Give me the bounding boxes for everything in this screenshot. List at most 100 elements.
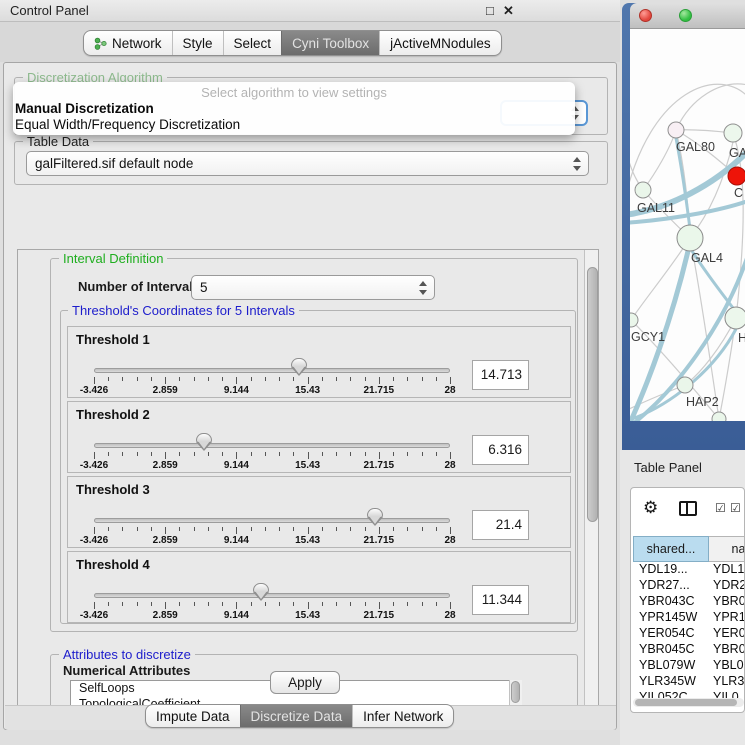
network-node[interactable] — [635, 182, 651, 198]
network-node-label: HAP2 — [686, 395, 719, 409]
panel-title: Control Panel — [10, 3, 89, 18]
slider-thumb[interactable] — [196, 433, 212, 443]
network-node-label: H — [738, 331, 745, 345]
threshold-row: Threshold 4 -3.4262.8599.14415.4321.7152… — [67, 551, 571, 623]
top-tabs: Network Style Select Cyni Toolbox jActiv… — [83, 30, 502, 56]
table-panel: Table Panel ⚙ ☑ ☑ shared... na YDL19...Y… — [620, 450, 745, 745]
network-canvas[interactable]: GAL80 GA C GAL11 GAL4 GCY1 H HAP2 — [630, 29, 745, 421]
split-column-icon[interactable] — [679, 501, 697, 516]
threshold-value-box[interactable]: 11.344 — [472, 585, 529, 615]
tab-impute-data[interactable]: Impute Data — [146, 705, 240, 727]
close-icon[interactable]: ✕ — [503, 3, 514, 19]
checkbox-icon[interactable]: ☑ — [730, 501, 741, 515]
slider-track[interactable] — [94, 593, 450, 598]
cyni-content-panel: Discretization Algorithm Table Data galF… — [3, 62, 617, 730]
algorithm-popup: Select algorithm to view settings Manual… — [13, 82, 575, 135]
network-node[interactable] — [712, 412, 726, 421]
tab-select[interactable]: Select — [223, 31, 282, 55]
table-row[interactable]: YLR345WYLR3 — [633, 674, 745, 690]
table-panel-box: ⚙ ☑ ☑ shared... na YDL19...YDL1YDR27...Y… — [630, 487, 745, 713]
network-icon — [94, 37, 107, 50]
num-intervals-combo[interactable]: 5 — [191, 275, 435, 300]
threshold-rows-container: Threshold 1 -3.4262.8599.14415.4321.7152… — [67, 326, 573, 624]
threshold-value-box[interactable]: 14.713 — [472, 360, 529, 390]
threshold-label: Threshold 1 — [76, 332, 150, 347]
close-traffic-light[interactable] — [639, 9, 652, 22]
network-edge[interactable] — [676, 84, 745, 130]
network-node-label: C — [734, 186, 743, 200]
attributes-group-label: Attributes to discretize — [59, 647, 195, 662]
thresholds-group-label: Threshold's Coordinates for 5 Intervals — [68, 303, 299, 318]
network-edge[interactable] — [643, 130, 676, 190]
table-row[interactable]: YPR145WYPR1 — [633, 610, 745, 626]
panel-scrollbar[interactable] — [584, 250, 599, 729]
tab-infer-network[interactable]: Infer Network — [352, 705, 453, 727]
combo-stepper-icon — [573, 157, 581, 171]
apply-button[interactable]: Apply — [270, 671, 340, 694]
slider-thumb[interactable] — [367, 508, 383, 518]
popup-item-manual[interactable]: Manual Discretization — [15, 101, 154, 116]
top-tab-strip: Network Style Select Cyni Toolbox jActiv… — [0, 22, 620, 62]
settings-scrollpane: Interval Definition Number of Intervals … — [17, 249, 599, 729]
table-data-value: galFiltered.sif default node — [35, 156, 193, 171]
network-node[interactable] — [677, 377, 693, 393]
tab-cyni-toolbox[interactable]: Cyni Toolbox — [281, 31, 379, 55]
threshold-label: Threshold 4 — [76, 557, 150, 572]
network-edge[interactable] — [685, 318, 736, 385]
table-row[interactable]: YBL079WYBL0 — [633, 658, 745, 674]
tab-jactivemnodules[interactable]: jActiveMNodules — [379, 31, 501, 55]
slider-track[interactable] — [94, 518, 450, 523]
network-node[interactable] — [677, 225, 703, 251]
column-header-shared[interactable]: shared... — [633, 536, 709, 562]
network-node-label: GA — [729, 146, 745, 160]
column-header-name[interactable]: na — [709, 536, 745, 562]
network-node-label: GAL80 — [676, 140, 715, 154]
network-edge[interactable] — [630, 129, 643, 190]
algorithm-prompt: Select algorithm to view settings — [13, 85, 575, 100]
slider-track[interactable] — [94, 443, 450, 448]
network-node[interactable] — [668, 122, 684, 138]
threshold-row: Threshold 2 -3.4262.8599.14415.4321.7152… — [67, 401, 571, 473]
table-data-combo[interactable]: galFiltered.sif default node — [26, 151, 589, 176]
network-node[interactable] — [724, 124, 742, 142]
threshold-value-box[interactable]: 6.316 — [472, 435, 529, 465]
zoom-traffic-light[interactable] — [679, 9, 692, 22]
threshold-value-box[interactable]: 21.4 — [472, 510, 529, 540]
network-node[interactable] — [725, 307, 745, 329]
table-data-label: Table Data — [23, 134, 93, 149]
num-intervals-value: 5 — [200, 280, 208, 295]
table-hscrollbar[interactable] — [633, 698, 744, 707]
network-window-titlebar[interactable] — [630, 3, 745, 29]
tab-discretize-data[interactable]: Discretize Data — [240, 705, 353, 727]
tab-network-label: Network — [112, 36, 162, 51]
network-node[interactable] — [728, 167, 745, 185]
slider-track[interactable] — [94, 368, 450, 373]
threshold-label: Threshold 3 — [76, 482, 150, 497]
bottom-tabs: Impute Data Discretize Data Infer Networ… — [145, 704, 454, 728]
network-view-window: GAL80 GA C GAL11 GAL4 GCY1 H HAP2 — [622, 3, 745, 450]
tab-style[interactable]: Style — [172, 31, 223, 55]
table-row[interactable]: YER054CYER0 — [633, 626, 745, 642]
network-node[interactable] — [630, 313, 638, 327]
table-row[interactable]: YDR27...YDR2 — [633, 578, 745, 594]
tab-network[interactable]: Network — [84, 31, 172, 55]
table-row[interactable]: YIL052CYIL0 — [633, 690, 745, 698]
popup-item-equal-width[interactable]: Equal Width/Frequency Discretization — [15, 117, 240, 132]
table-row[interactable]: YBR043CYBR0 — [633, 594, 745, 610]
gear-icon[interactable]: ⚙ — [643, 498, 658, 518]
float-window-icon[interactable]: □ — [486, 3, 494, 18]
network-node-label: GAL11 — [637, 201, 675, 215]
network-node-label: GCY1 — [631, 330, 665, 344]
interval-definition-label: Interval Definition — [59, 251, 167, 266]
table-row[interactable]: YDL19...YDL1 — [633, 562, 745, 578]
table-rows[interactable]: YDL19...YDL1YDR27...YDR2YBR043CYBR0YPR14… — [633, 562, 745, 698]
slider-thumb[interactable] — [291, 358, 307, 368]
threshold-label: Threshold 2 — [76, 407, 150, 422]
slider-thumb[interactable] — [253, 583, 269, 593]
table-row[interactable]: YBR045CYBR0 — [633, 642, 745, 658]
network-node-label: GAL4 — [691, 251, 723, 265]
panel-scrollbar-thumb[interactable] — [587, 267, 598, 522]
checkbox-icon[interactable]: ☑ — [715, 501, 726, 515]
threshold-row: Threshold 1 -3.4262.8599.14415.4321.7152… — [67, 326, 571, 398]
minimize-traffic-light[interactable] — [659, 9, 672, 22]
